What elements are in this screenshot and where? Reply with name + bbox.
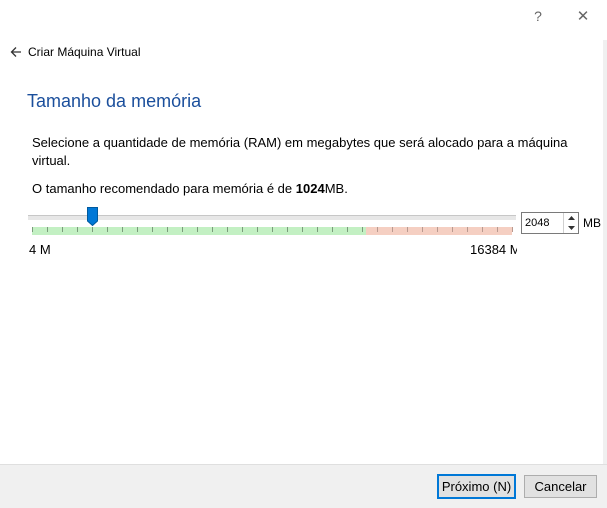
- slider-tick: [377, 227, 378, 232]
- slider-tick: [392, 227, 393, 232]
- slider-tick: [287, 227, 288, 232]
- slider-tick: [467, 227, 468, 232]
- slider-tick: [182, 227, 183, 232]
- slider-tick: [302, 227, 303, 232]
- increment-button[interactable]: [564, 213, 578, 223]
- slider-tick: [152, 227, 153, 232]
- decrement-button[interactable]: [564, 223, 578, 233]
- slider-tick: [317, 227, 318, 232]
- slider-tick: [77, 227, 78, 232]
- slider-groove: [28, 215, 516, 221]
- slider-tick: [227, 227, 228, 232]
- scroll-edge: [603, 40, 607, 464]
- wizard-title: Criar Máquina Virtual: [28, 45, 141, 59]
- wizard-header: Criar Máquina Virtual: [8, 44, 141, 60]
- slider-tick: [452, 227, 453, 232]
- slider-tick: [137, 227, 138, 232]
- slider-tick: [242, 227, 243, 232]
- back-button[interactable]: [8, 44, 24, 60]
- cancel-button[interactable]: Cancelar: [524, 475, 597, 498]
- recommend-value: 1024: [295, 181, 325, 196]
- slider-thumb[interactable]: [87, 207, 98, 227]
- slider-max-label: 16384 MB: [470, 242, 517, 257]
- page-description: Selecione a quantidade de memória (RAM) …: [32, 135, 568, 168]
- recommended-memory-text: O tamanho recomendado para memória é de …: [32, 181, 348, 196]
- slider-tick: [107, 227, 108, 232]
- button-bar: Próximo (N) Cancelar: [0, 464, 607, 508]
- recommend-suffix: MB.: [324, 181, 348, 196]
- slider-tick: [497, 227, 498, 232]
- chevron-down-icon: [567, 226, 575, 230]
- slider-tick: [62, 227, 63, 232]
- recommend-prefix: O tamanho recomendado para memória é de: [32, 181, 296, 196]
- slider-thumb-icon: [87, 207, 98, 227]
- slider-tick: [92, 227, 93, 232]
- spin-buttons: [563, 213, 578, 233]
- slider-tick: [422, 227, 423, 232]
- memory-size-input[interactable]: [522, 213, 562, 233]
- next-button[interactable]: Próximo (N): [437, 474, 516, 499]
- slider-tick: [167, 227, 168, 232]
- slider-tick: [332, 227, 333, 232]
- slider-tick: [47, 227, 48, 232]
- close-button[interactable]: ✕: [572, 5, 594, 27]
- slider-tick: [512, 227, 513, 232]
- arrow-left-icon: [10, 47, 21, 57]
- slider-tick: [407, 227, 408, 232]
- slider-tick: [32, 227, 33, 232]
- slider-ticks: [32, 227, 513, 235]
- memory-slider[interactable]: [27, 206, 517, 238]
- slider-tick: [272, 227, 273, 232]
- slider-tick: [212, 227, 213, 232]
- slider-tick: [197, 227, 198, 232]
- help-button[interactable]: ?: [527, 5, 549, 27]
- slider-min-label: 4 M: [29, 242, 51, 257]
- slider-tick: [257, 227, 258, 232]
- memory-spinbox[interactable]: [521, 212, 579, 234]
- chevron-up-icon: [567, 216, 575, 220]
- slider-tick: [347, 227, 348, 232]
- slider-tick: [362, 227, 363, 232]
- page-title: Tamanho da memória: [27, 91, 202, 111]
- slider-tick: [437, 227, 438, 232]
- slider-tick: [122, 227, 123, 232]
- slider-tick: [482, 227, 483, 232]
